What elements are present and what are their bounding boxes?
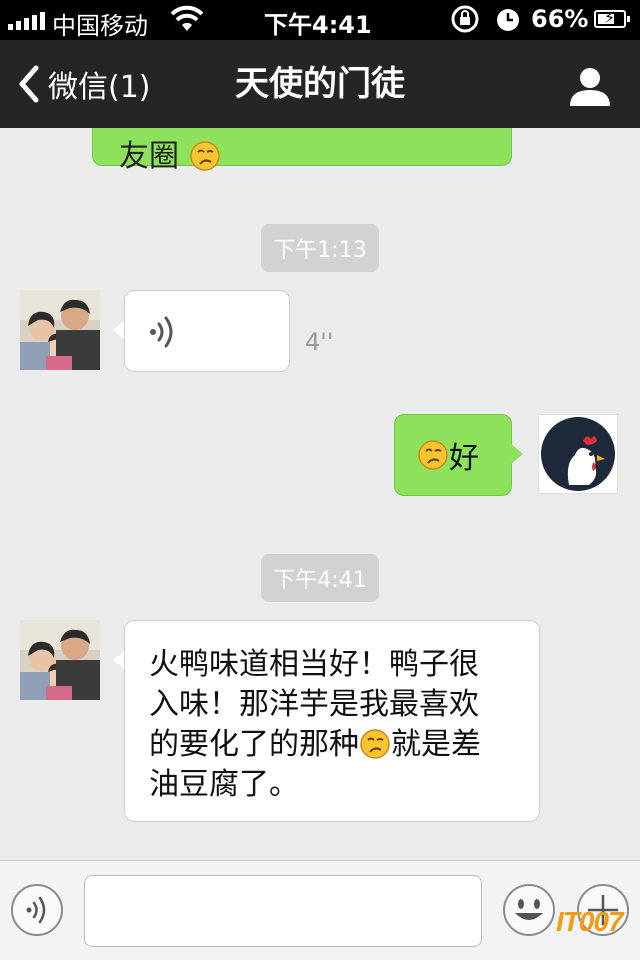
thinking-face-emoji [418, 440, 448, 470]
avatar-photo [20, 290, 100, 370]
message-line-part: 就是差 [391, 727, 481, 762]
rooster-avatar-icon [541, 417, 615, 491]
message-line-with-emoji: 的要化了的那种 就是差 [149, 725, 515, 765]
emoji-icon[interactable] [502, 883, 556, 937]
avatar-other[interactable] [20, 290, 100, 370]
sent-message-text: 好 [449, 441, 479, 476]
status-bar: 中国移动 下午4:41 66% ⚡ [0, 0, 640, 40]
battery-percent: 66% [531, 5, 589, 33]
avatar-photo [20, 620, 100, 700]
thinking-face-emoji [360, 729, 390, 759]
carrier-label: 中国移动 [52, 12, 148, 40]
timestamp: 下午4:41 [0, 554, 640, 602]
voice-wave-icon [150, 316, 173, 348]
alarm-icon [497, 9, 519, 31]
message-input[interactable] [84, 875, 482, 947]
rotation-lock-icon [451, 5, 479, 33]
timestamp: 下午1:13 [0, 224, 640, 272]
message-line: 入味！那洋芋是我最喜欢 [149, 687, 479, 722]
voice-duration: 4'' [305, 328, 334, 356]
watermark-logo: IT007 [556, 906, 624, 937]
bubble-tail [511, 444, 523, 464]
timestamp-label: 下午1:13 [261, 224, 379, 272]
previous-message-text: 友圈 [119, 139, 179, 174]
voice-message-bubble[interactable] [124, 290, 290, 372]
timestamp-label: 下午4:41 [261, 554, 379, 602]
status-time: 下午4:41 [264, 11, 372, 39]
nav-bar: 微信(1) 天使的门徒 [0, 40, 640, 128]
sent-message-bubble[interactable]: 好 [394, 414, 512, 496]
charging-icon: ⚡ [604, 8, 616, 27]
wifi-icon [170, 5, 204, 31]
avatar-me[interactable] [538, 414, 618, 494]
message-line-part: 的要化了的那种 [149, 727, 359, 762]
chat-title: 天使的门徒 [235, 64, 405, 104]
avatar-other[interactable] [20, 620, 100, 700]
message-line: 油豆腐了。 [149, 767, 299, 802]
battery-icon: ⚡ [594, 8, 630, 28]
previous-message-bubble[interactable]: 友圈 [92, 128, 512, 174]
profile-icon[interactable] [568, 64, 612, 108]
chat-area[interactable]: 友圈 下午1:13 4'' 好 下午4:41 火鸭味道相当好！鸭子很 入味！那洋… [0, 128, 640, 860]
input-bar [0, 860, 640, 960]
voice-toggle-icon[interactable] [10, 883, 64, 937]
thinking-face-emoji [189, 141, 220, 171]
signal-icon [8, 12, 45, 30]
text-message-bubble[interactable]: 火鸭味道相当好！鸭子很 入味！那洋芋是我最喜欢 的要化了的那种 就是差 油豆腐了… [124, 620, 540, 822]
message-line: 火鸭味道相当好！鸭子很 [149, 647, 479, 682]
